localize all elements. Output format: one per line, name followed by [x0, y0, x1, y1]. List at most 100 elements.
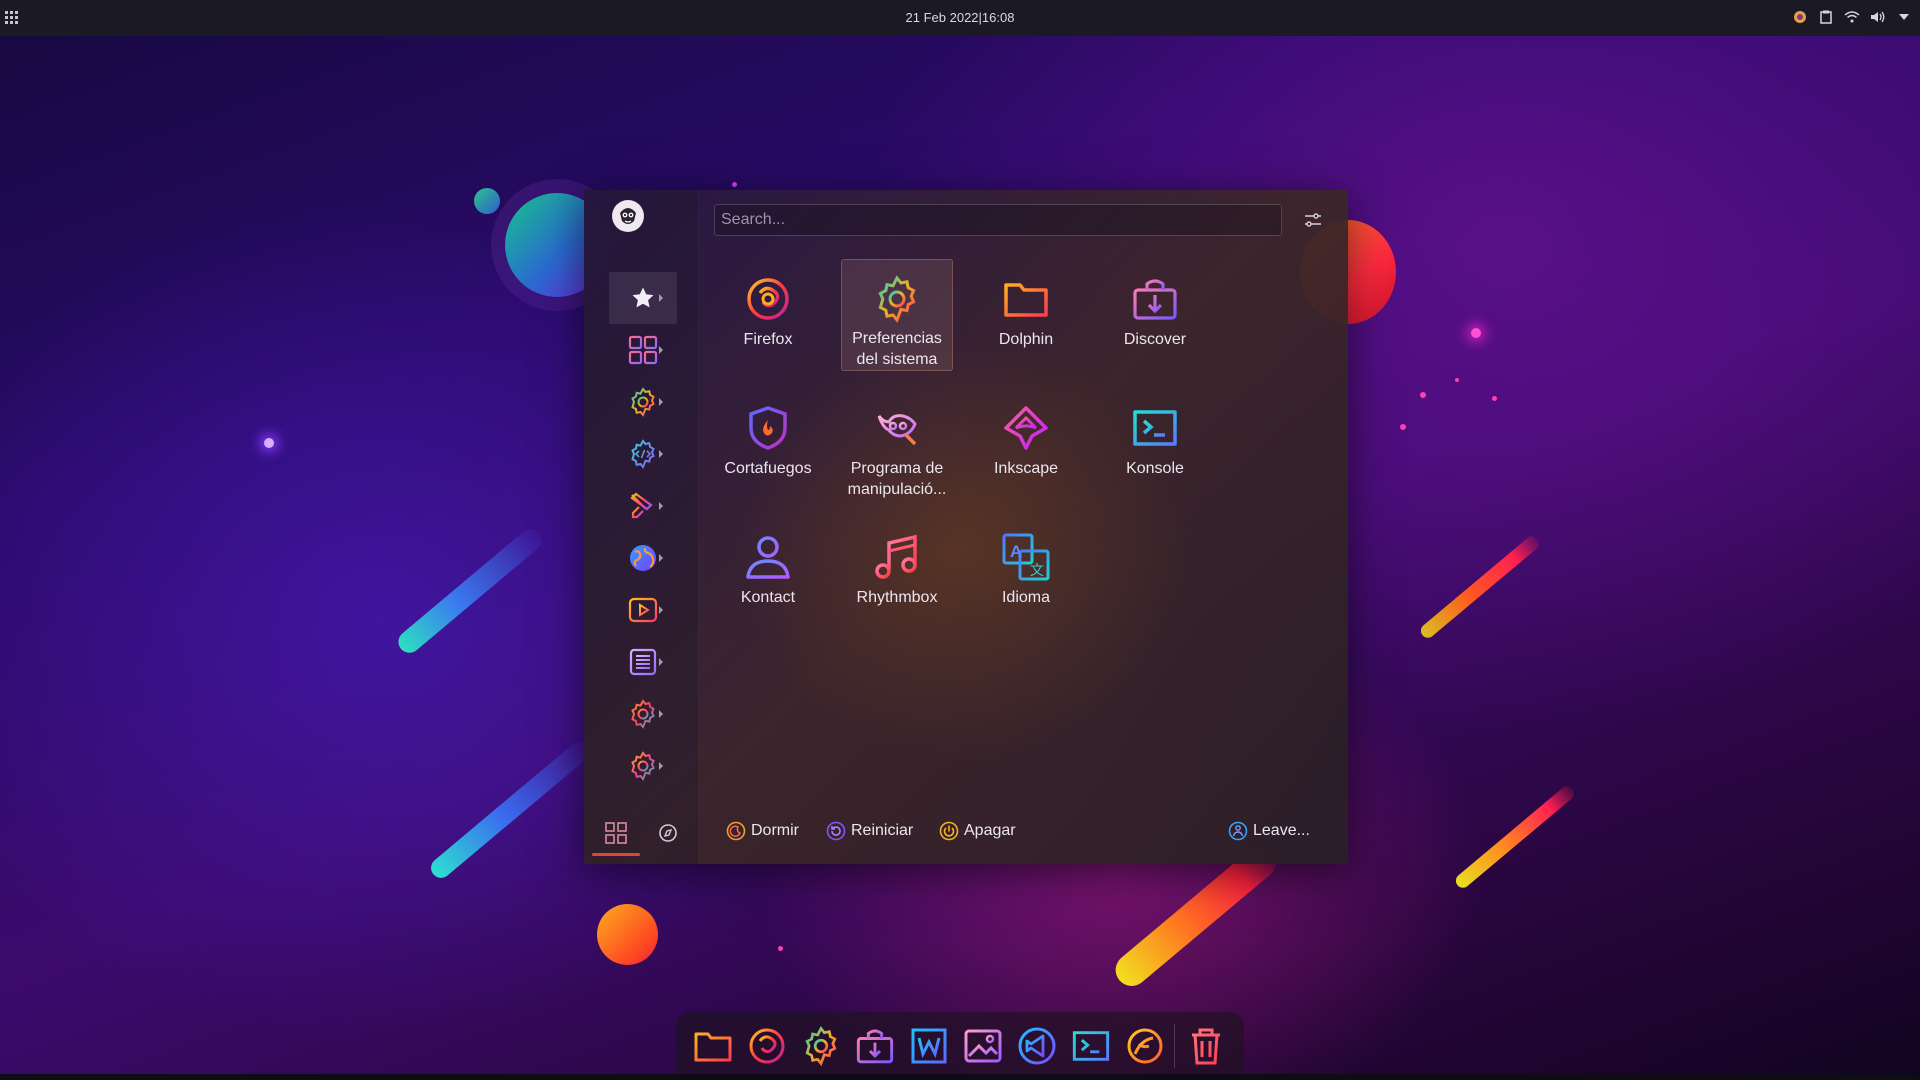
app-gimp[interactable]: Programa de manipulació... [841, 388, 953, 500]
folder-icon [1000, 273, 1052, 325]
app-dolphin[interactable]: Dolphin [970, 259, 1082, 371]
wallpaper-star [1471, 328, 1481, 338]
clipboard-icon[interactable] [1818, 9, 1834, 25]
dock-item-terminal[interactable] [1068, 1023, 1114, 1069]
app-system-settings[interactable]: Preferencias del sistema [841, 259, 953, 371]
folder-icon [694, 1032, 732, 1062]
user-avatar[interactable] [612, 200, 644, 232]
app-label: Inkscape [993, 460, 1059, 477]
restart-button[interactable]: Reiniciar [826, 821, 913, 841]
wallpaper-streak [1418, 533, 1542, 641]
app-firewall[interactable]: Cortafuegos [712, 388, 824, 500]
document-icon [629, 648, 657, 676]
star-icon [632, 287, 654, 308]
sleep-button[interactable]: Dormir [726, 821, 799, 841]
compass-icon [659, 824, 677, 842]
dock-item-firefox[interactable] [744, 1023, 790, 1079]
paint-roller-icon [630, 492, 653, 519]
category-system[interactable] [609, 688, 677, 740]
wallpaper-star [1400, 424, 1406, 430]
app-label: Discover [1123, 331, 1187, 348]
tab-places[interactable] [656, 821, 680, 845]
search-input[interactable] [714, 204, 1282, 236]
firefox-icon[interactable] [1792, 9, 1808, 25]
app-rhythmbox[interactable]: Rhythmbox [841, 517, 953, 629]
app-language[interactable]: A文 Idioma [970, 517, 1082, 629]
writer-icon [911, 1028, 947, 1064]
app-label: Preferencias del sistema [852, 330, 942, 368]
app-label: Firefox [743, 331, 793, 348]
app-label: Programa de manipulació... [847, 460, 947, 498]
app-kontact[interactable]: Kontact [712, 517, 824, 629]
wallpaper-streak [1453, 783, 1577, 891]
active-tab-indicator [592, 853, 640, 856]
grid-icon [628, 335, 658, 365]
category-multimedia[interactable] [609, 584, 677, 636]
sleep-icon [726, 821, 746, 841]
app-discover[interactable]: Discover [1099, 259, 1211, 371]
chevron-down-icon[interactable] [1896, 9, 1912, 25]
menu-settings-button[interactable] [1301, 208, 1325, 232]
wifi-icon[interactable] [1844, 9, 1860, 25]
power-icon [939, 821, 959, 841]
globe-icon [630, 545, 656, 571]
wallpaper-planet-orange [597, 904, 658, 965]
wallpaper-star [1455, 378, 1459, 382]
dock-item-vscode[interactable] [1014, 1023, 1060, 1069]
dock-item-trash[interactable] [1183, 1023, 1229, 1069]
volume-icon[interactable] [1870, 9, 1886, 25]
clock[interactable]: 21 Feb 2022|16:08 [0, 10, 1920, 25]
dock-item-discover[interactable] [852, 1023, 898, 1069]
app-firefox[interactable]: Firefox [712, 259, 824, 371]
discover-icon [1129, 273, 1181, 325]
settings-icon [871, 274, 923, 324]
code-gear-icon [631, 439, 655, 469]
category-list [609, 272, 677, 792]
shutdown-button[interactable]: Apagar [939, 821, 1016, 841]
firewall-icon [742, 402, 794, 454]
tab-applications[interactable] [604, 821, 628, 845]
app-konsole[interactable]: Konsole [1099, 388, 1211, 500]
app-label: Konsole [1126, 460, 1184, 477]
app-label: Cortafuegos [724, 460, 812, 477]
app-label: Rhythmbox [856, 589, 938, 606]
wallpaper-star [778, 946, 783, 951]
dock-item-app[interactable] [1122, 1023, 1168, 1079]
category-internet[interactable] [609, 532, 677, 584]
firefox-icon [749, 1028, 785, 1064]
dock-item-file-manager[interactable] [690, 1023, 736, 1069]
wallpaper-streak [393, 524, 547, 658]
gear-icon [631, 699, 655, 729]
wallpaper-star [264, 438, 274, 448]
wallpaper-star [1492, 396, 1497, 401]
category-utilities[interactable] [609, 740, 677, 792]
dock [676, 1012, 1244, 1080]
dock-item-image-viewer[interactable] [960, 1023, 1006, 1069]
category-settings[interactable] [609, 376, 677, 428]
gear-icon [631, 387, 655, 417]
wallpaper-streak [426, 738, 594, 882]
dock-item-writer[interactable] [906, 1023, 952, 1069]
category-development[interactable] [609, 428, 677, 480]
gimp-icon [871, 402, 923, 454]
sliders-icon [1305, 213, 1321, 227]
app-inkscape[interactable]: Inkscape [970, 388, 1082, 500]
category-all-applications[interactable] [609, 324, 677, 376]
play-icon [628, 597, 658, 623]
dock-item-settings[interactable] [798, 1023, 844, 1069]
system-tray [1792, 9, 1912, 25]
leave-button[interactable]: Leave... [1228, 821, 1310, 841]
vscode-icon [1018, 1027, 1056, 1065]
category-graphics[interactable] [609, 480, 677, 532]
app-label: Idioma [1001, 589, 1051, 606]
category-favorites[interactable] [609, 272, 677, 324]
gear-icon [631, 751, 655, 781]
application-menu: Firefox Preferencias del sistema Dolphin… [584, 190, 1348, 864]
restart-label: Reiniciar [851, 822, 914, 839]
trash-icon [1192, 1028, 1220, 1065]
category-office[interactable] [609, 636, 677, 688]
leave-icon [1228, 821, 1248, 841]
music-icon [871, 531, 923, 583]
svg-text:A: A [1010, 542, 1022, 561]
wallpaper-planet-small [474, 188, 500, 214]
